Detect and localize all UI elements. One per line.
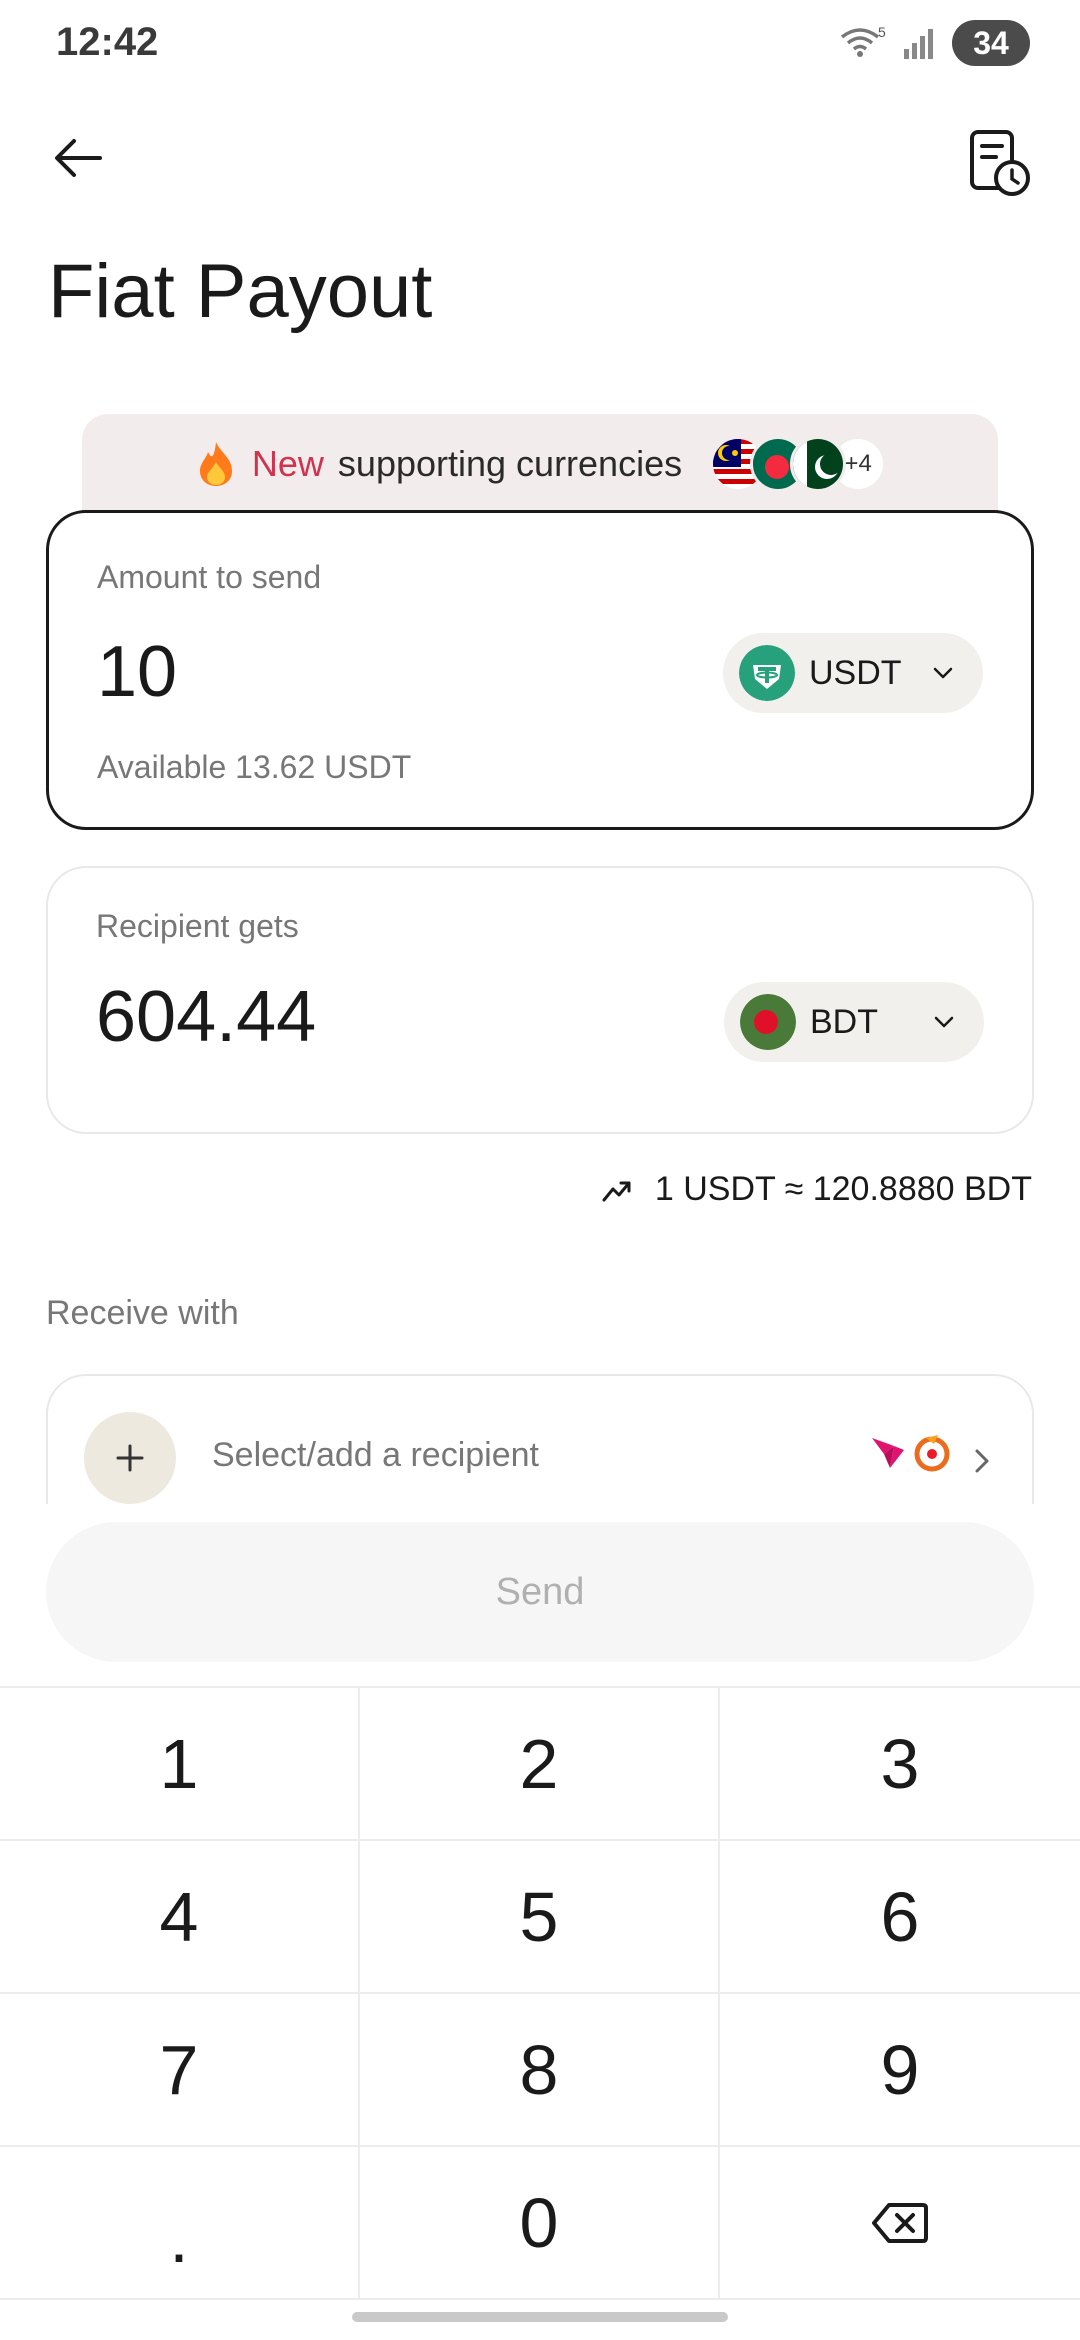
- chevron-down-icon: [934, 1016, 954, 1028]
- send-currency-code: USDT: [809, 653, 902, 692]
- chevron-down-icon: [933, 667, 953, 679]
- recipient-amount[interactable]: 604.44: [96, 976, 316, 1058]
- recipient-gets-label: Recipient gets: [96, 908, 299, 944]
- trend-up-icon: [602, 1181, 631, 1201]
- receive-currency-selector[interactable]: BDT: [724, 982, 984, 1062]
- key-6[interactable]: 6: [720, 1841, 1080, 1994]
- payment-method-logos: [870, 1432, 952, 1472]
- plus-icon: [84, 1412, 176, 1504]
- new-label: New: [251, 443, 324, 484]
- signal-icon: [904, 29, 933, 59]
- key-7[interactable]: 7: [0, 1994, 360, 2147]
- send-currency-selector[interactable]: USDT: [723, 633, 983, 713]
- key-3[interactable]: 3: [720, 1688, 1080, 1841]
- select-recipient-row[interactable]: Select/add a recipient: [46, 1374, 1034, 1504]
- nagad-logo-icon: [914, 1435, 950, 1472]
- recipient-gets-card[interactable]: Recipient gets 604.44 BDT: [46, 866, 1034, 1134]
- wifi-icon: 5: [840, 24, 886, 57]
- key-5[interactable]: 5: [360, 1841, 720, 1994]
- wifi-badge: 5: [878, 24, 886, 40]
- backspace-key[interactable]: [720, 2147, 1080, 2300]
- backspace-icon: [872, 2202, 928, 2243]
- send-button[interactable]: Send: [46, 1522, 1034, 1662]
- available-balance: Available 13.62 USDT: [97, 749, 412, 785]
- fire-icon: [199, 442, 232, 486]
- receive-currency-code: BDT: [810, 1002, 878, 1041]
- page-title: Fiat Payout: [48, 249, 433, 334]
- key-0[interactable]: 0: [360, 2147, 720, 2300]
- banner-text: supporting currencies: [337, 443, 683, 484]
- bkash-logo-icon: [872, 1438, 904, 1468]
- bangladesh-flag-icon: [740, 994, 796, 1050]
- key-decimal[interactable]: .: [0, 2147, 360, 2300]
- exchange-rate-text: 1 USDT ≈ 120.8880 BDT: [654, 1170, 1032, 1208]
- numeric-keypad: 1 2 3 4 5 6 7 8 9 . 0: [0, 1686, 1080, 2300]
- key-2[interactable]: 2: [360, 1688, 720, 1841]
- flag-stack: +4: [710, 436, 887, 492]
- status-time: 12:42: [56, 20, 159, 64]
- key-1[interactable]: 1: [0, 1688, 360, 1841]
- history-button[interactable]: [966, 128, 1032, 198]
- status-bar: 12:42 5 34: [0, 0, 1080, 88]
- amount-to-send-card[interactable]: Amount to send 10 USDT Available 13.62 U…: [46, 510, 1034, 830]
- back-button[interactable]: [48, 128, 108, 188]
- amount-input[interactable]: 10: [97, 631, 177, 713]
- receipt-clock-icon: [970, 130, 1030, 196]
- chevron-right-icon: [975, 1449, 989, 1473]
- key-4[interactable]: 4: [0, 1841, 360, 1994]
- battery-indicator: 34: [952, 20, 1030, 66]
- arrow-left-icon: [55, 139, 102, 177]
- status-icons: 5 34: [838, 20, 1030, 66]
- exchange-rate: 1 USDT ≈ 120.8880 BDT: [601, 1170, 1032, 1209]
- amount-label: Amount to send: [97, 559, 322, 595]
- pakistan-flag-icon: [790, 436, 847, 492]
- key-8[interactable]: 8: [360, 1994, 720, 2147]
- recipient-placeholder: Select/add a recipient: [212, 1436, 539, 1474]
- home-indicator[interactable]: [352, 2312, 728, 2322]
- key-9[interactable]: 9: [720, 1994, 1080, 2147]
- tether-icon: [739, 645, 795, 701]
- receive-with-label: Receive with: [46, 1294, 239, 1332]
